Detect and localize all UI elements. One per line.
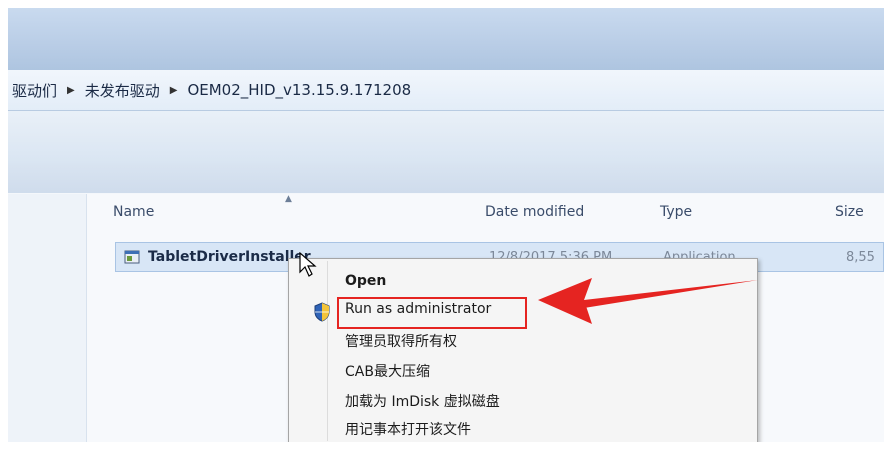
toolbar — [8, 111, 884, 164]
explorer-window: 驱动们 ▶ 未发布驱动 ▶ OEM02_HID_v13.15.9.171208 … — [8, 8, 884, 442]
column-header-type[interactable]: Type — [660, 204, 692, 220]
menu-item-open-with-notepad[interactable]: 用记事本打开该文件 — [345, 419, 471, 439]
column-header-date-modified[interactable]: Date modified — [485, 204, 584, 220]
breadcrumb-item-current-folder[interactable]: OEM02_HID_v13.15.9.171208 — [181, 81, 417, 99]
menu-item-cab-max-compress[interactable]: CAB最大压缩 — [345, 361, 430, 381]
window-title-bar[interactable] — [8, 8, 884, 70]
file-name: TabletDriverInstaller — [148, 249, 311, 265]
breadcrumb-item-drivers[interactable]: 驱动们 — [8, 80, 63, 101]
menu-item-mount-imdisk[interactable]: 加载为 ImDisk 虚拟磁盘 — [345, 391, 500, 411]
annotation-highlight-box — [337, 297, 527, 329]
file-size: 8,55 — [846, 250, 875, 265]
application-icon — [124, 250, 140, 264]
navigation-pane[interactable] — [8, 194, 87, 442]
uac-shield-icon — [314, 302, 330, 322]
menu-item-open[interactable]: Open — [345, 273, 386, 289]
column-header-name[interactable]: Name — [113, 204, 154, 220]
chevron-right-icon[interactable]: ▶ — [166, 85, 182, 96]
breadcrumb-item-unreleased-drivers[interactable]: 未发布驱动 — [79, 80, 166, 101]
column-header-size[interactable]: Size — [835, 204, 864, 220]
mouse-pointer-icon — [299, 252, 317, 277]
sort-ascending-icon: ▲ — [285, 194, 292, 204]
command-bar — [8, 163, 884, 193]
breadcrumb[interactable]: 驱动们 ▶ 未发布驱动 ▶ OEM02_HID_v13.15.9.171208 — [8, 70, 884, 111]
menu-gutter-divider — [327, 261, 328, 441]
menu-item-take-ownership[interactable]: 管理员取得所有权 — [345, 331, 457, 351]
chevron-right-icon[interactable]: ▶ — [63, 85, 79, 96]
annotation-arrow-icon — [538, 278, 758, 324]
